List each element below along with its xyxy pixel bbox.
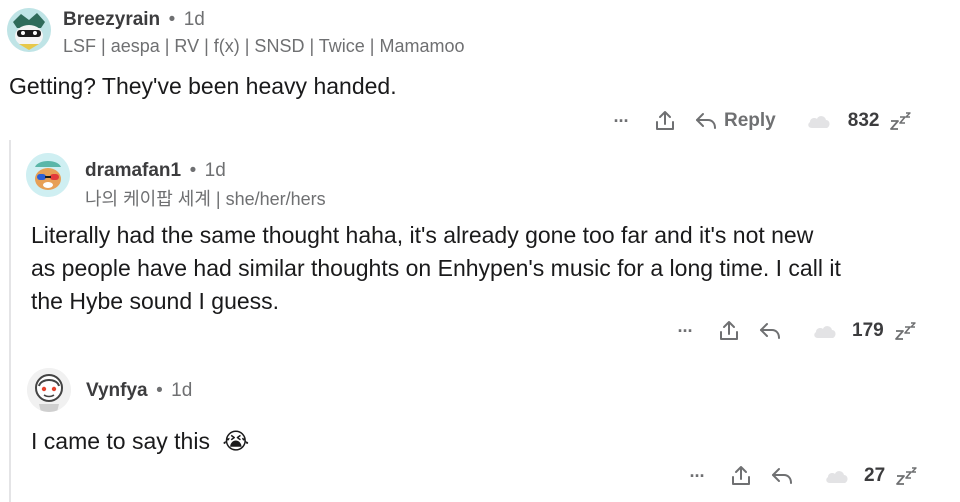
vote-score: 832 <box>847 110 880 131</box>
zzz-downvote-icon <box>894 322 916 340</box>
comment-body-line: the Hybe sound I guess. <box>31 288 280 314</box>
upvote-button[interactable] <box>824 467 850 485</box>
comment-body: Literally had the same thought haha, it'… <box>31 219 841 318</box>
comment-body: Getting? They've been heavy handed. <box>9 73 397 99</box>
separator-dot: • <box>168 9 176 30</box>
more-options-button[interactable]: ··· <box>670 321 700 342</box>
username[interactable]: Vynfya <box>86 380 148 401</box>
more-options-icon: ··· <box>613 110 630 131</box>
crying-face-emoji: 😭 <box>222 428 250 454</box>
comment-text: I came to say this <box>31 428 210 454</box>
user-flair: 나의 케이팝 세계 | she/her/hers <box>85 189 326 209</box>
upvote-button[interactable] <box>806 112 832 130</box>
reply-label: Reply <box>724 110 776 131</box>
reply-arrow-icon <box>760 323 780 339</box>
downvote-button[interactable] <box>894 321 918 341</box>
share-icon <box>656 111 674 130</box>
zzz-downvote-icon <box>896 467 917 485</box>
downvote-button[interactable] <box>889 111 913 131</box>
timestamp: 1d <box>183 9 205 30</box>
thread-line <box>9 140 11 502</box>
username[interactable]: Breezyrain <box>63 9 160 30</box>
reply-button[interactable] <box>770 465 794 487</box>
comment-actions: ··· 27 <box>682 462 919 490</box>
share-button[interactable] <box>724 464 758 488</box>
separator-dot: • <box>156 380 163 401</box>
share-icon <box>720 321 738 340</box>
avatar[interactable] <box>27 368 71 412</box>
more-options-button[interactable]: ··· <box>606 111 636 132</box>
downvote-button[interactable] <box>895 466 919 486</box>
comment-body-line: as people have had similar thoughts on E… <box>31 255 841 281</box>
username[interactable]: dramafan1 <box>85 160 181 181</box>
separator-dot: • <box>189 160 197 181</box>
avatar[interactable] <box>26 153 70 197</box>
comment-body-line: Literally had the same thought haha, it'… <box>31 222 814 248</box>
reply-button[interactable]: Reply <box>694 110 776 132</box>
user-flair: LSF | aespa | RV | f(x) | SNSD | Twice |… <box>63 36 465 56</box>
vote-score: 179 <box>852 320 884 341</box>
timestamp: 1d <box>171 380 193 401</box>
share-button[interactable] <box>712 319 746 343</box>
snoo-avatar-icon <box>26 153 70 197</box>
timestamp: 1d <box>204 160 226 181</box>
vote-score: 27 <box>864 465 886 486</box>
comment-body: I came to say this 😭 <box>31 425 249 458</box>
cloud-upvote-icon <box>814 326 836 338</box>
upvote-button[interactable] <box>812 322 838 340</box>
avatar[interactable] <box>7 8 51 52</box>
snoo-avatar-icon <box>27 368 71 412</box>
share-icon <box>732 466 750 485</box>
cloud-upvote-icon <box>808 116 830 128</box>
snoo-avatar-icon <box>7 8 51 52</box>
share-button[interactable] <box>648 109 682 133</box>
cloud-upvote-icon <box>826 471 848 483</box>
reply-arrow-icon <box>696 113 716 129</box>
reply-arrow-icon <box>772 468 792 484</box>
zzz-downvote-icon <box>890 112 912 130</box>
reply-button[interactable] <box>758 320 782 342</box>
more-options-icon: ··· <box>677 320 694 341</box>
more-options-icon: ··· <box>689 465 706 486</box>
comment-actions: ··· Reply 832 <box>606 107 913 135</box>
comment-actions: ··· 179 <box>670 317 918 345</box>
more-options-button[interactable]: ··· <box>682 466 712 487</box>
